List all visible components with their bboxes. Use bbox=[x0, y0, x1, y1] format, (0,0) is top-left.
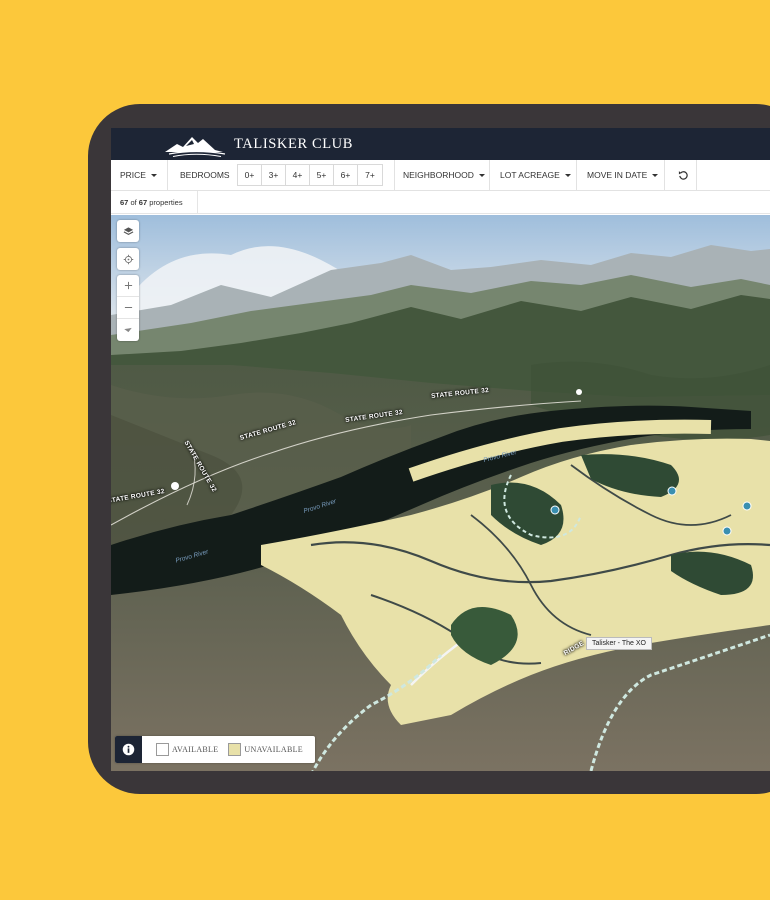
zoom-in-button[interactable] bbox=[117, 275, 139, 297]
lot-acreage-filter-dropdown[interactable]: LOT ACREAGE bbox=[500, 160, 571, 190]
map-legend: AVAILABLE UNAVAILABLE bbox=[115, 736, 315, 763]
layers-control bbox=[117, 220, 139, 242]
legend-available: AVAILABLE bbox=[156, 743, 218, 756]
map-view[interactable]: STATE ROUTE 32 STATE ROUTE 32 STATE ROUT… bbox=[111, 215, 770, 771]
lot-tooltip: Talisker - The XO bbox=[586, 637, 652, 650]
results-count: 67 of 67 properties bbox=[111, 191, 198, 214]
terrain-map[interactable] bbox=[111, 215, 770, 771]
bedrooms-option-group: 0+ 3+ 4+ 5+ 6+ 7+ bbox=[237, 164, 383, 186]
bedrooms-option-7plus[interactable]: 7+ bbox=[358, 165, 382, 185]
filter-divider bbox=[664, 160, 665, 190]
move-in-date-filter-label: MOVE IN DATE bbox=[587, 170, 648, 180]
layers-button[interactable] bbox=[117, 220, 139, 242]
price-filter-label: PRICE bbox=[120, 170, 146, 180]
mountain-logo-icon[interactable] bbox=[163, 132, 229, 158]
caret-down-icon bbox=[564, 173, 571, 177]
zoom-out-icon bbox=[124, 307, 132, 308]
legend-info-button[interactable] bbox=[115, 736, 142, 763]
legend-unavailable-label: UNAVAILABLE bbox=[244, 745, 303, 754]
legend-available-label: AVAILABLE bbox=[172, 745, 219, 754]
zoom-out-button[interactable] bbox=[117, 297, 139, 319]
lot-acreage-filter-label: LOT ACREAGE bbox=[500, 170, 560, 180]
results-suffix: properties bbox=[149, 198, 183, 207]
info-icon bbox=[122, 743, 135, 756]
app-header: TALISKER CLUB bbox=[111, 128, 770, 160]
legend-unavailable: UNAVAILABLE bbox=[228, 743, 303, 756]
bedrooms-option-0plus[interactable]: 0+ bbox=[238, 165, 262, 185]
neighborhood-filter-dropdown[interactable]: NEIGHBORHOOD bbox=[403, 160, 485, 190]
bedrooms-option-3plus[interactable]: 3+ bbox=[262, 165, 286, 185]
filter-divider bbox=[696, 160, 697, 190]
zoom-control bbox=[117, 275, 139, 341]
locate-control bbox=[117, 248, 139, 270]
bedrooms-filter-label: BEDROOMS bbox=[180, 170, 230, 180]
caret-down-icon bbox=[478, 173, 485, 177]
locate-button[interactable] bbox=[117, 248, 139, 270]
move-in-date-filter-dropdown[interactable]: MOVE IN DATE bbox=[587, 160, 659, 190]
reset-icon bbox=[678, 170, 688, 180]
unavailable-swatch bbox=[228, 743, 242, 756]
results-of-text: of bbox=[130, 198, 137, 207]
results-count-bar: 67 of 67 properties bbox=[111, 191, 770, 214]
price-filter-dropdown[interactable]: PRICE bbox=[120, 160, 157, 190]
available-swatch bbox=[156, 743, 169, 756]
neighborhood-filter-label: NEIGHBORHOOD bbox=[403, 170, 474, 180]
filter-divider bbox=[489, 160, 490, 190]
compass-button[interactable] bbox=[117, 319, 139, 341]
filter-divider bbox=[167, 160, 168, 190]
results-shown-count: 67 bbox=[120, 198, 129, 207]
layers-icon bbox=[123, 226, 133, 235]
app-screen: TALISKER CLUB PRICE BEDROOMS 0+ 3+ 4+ 5+… bbox=[111, 128, 770, 771]
compass-icon bbox=[124, 327, 132, 333]
filter-divider bbox=[394, 160, 395, 190]
caret-down-icon bbox=[652, 173, 659, 177]
bedrooms-option-5plus[interactable]: 5+ bbox=[310, 165, 334, 185]
brand-title[interactable]: TALISKER CLUB bbox=[234, 136, 353, 153]
reset-filters-button[interactable] bbox=[670, 160, 696, 190]
locate-icon bbox=[123, 254, 133, 264]
zoom-in-icon bbox=[124, 281, 132, 290]
caret-down-icon bbox=[150, 173, 157, 177]
filter-bar: PRICE BEDROOMS 0+ 3+ 4+ 5+ 6+ 7+ NEIGHBO… bbox=[111, 160, 770, 191]
bedrooms-option-4plus[interactable]: 4+ bbox=[286, 165, 310, 185]
filter-divider bbox=[576, 160, 577, 190]
results-total-count: 67 bbox=[138, 198, 148, 207]
bedrooms-option-6plus[interactable]: 6+ bbox=[334, 165, 358, 185]
